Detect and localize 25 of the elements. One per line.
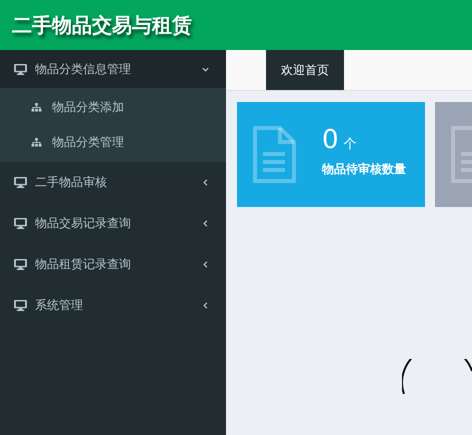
monitor-icon (14, 64, 27, 74)
tab[interactable]: 欢迎首页 (266, 50, 344, 90)
sitemap-icon (31, 103, 42, 112)
monitor-icon (14, 259, 27, 270)
document-icon (252, 126, 296, 184)
chevron-left-icon (201, 260, 210, 269)
stat-unit: 个 (344, 137, 357, 152)
sidebar-item[interactable]: 二手物品审核 (0, 162, 226, 203)
circle-outline (402, 359, 472, 394)
app-title: 二手物品交易与租赁 (12, 12, 192, 38)
chevron-left-icon (201, 301, 210, 310)
sidebar-item[interactable]: 物品租赁记录查询 (0, 244, 226, 285)
sidebar-item[interactable]: 系统管理 (0, 285, 226, 326)
chevron-left-icon (201, 219, 210, 228)
chevron-left-icon (201, 178, 210, 187)
monitor-icon (14, 177, 27, 188)
submenu-item[interactable]: 物品分类添加 (0, 90, 226, 125)
sitemap-icon (31, 138, 42, 147)
sidebar-item[interactable]: 物品交易记录查询 (0, 203, 226, 244)
stat-label: 物品待审核数量 (322, 161, 406, 178)
stat-value: 0 (322, 125, 339, 155)
monitor-icon (14, 218, 27, 229)
sidebar-item[interactable]: 物品分类信息管理 (0, 50, 226, 88)
submenu-item[interactable]: 物品分类管理 (0, 125, 226, 160)
monitor-icon (14, 300, 27, 311)
